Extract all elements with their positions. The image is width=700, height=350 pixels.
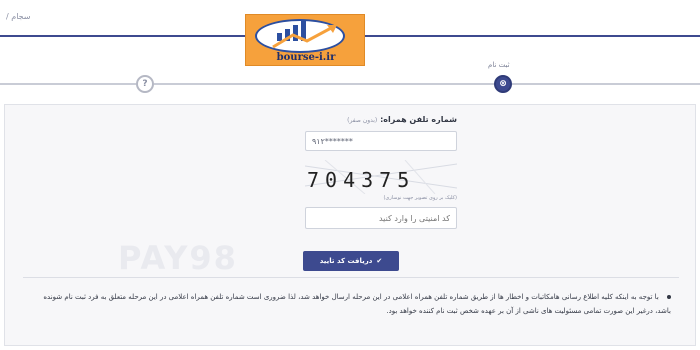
- captcha-text: 704375: [307, 168, 416, 192]
- phone-label: شماره تلفن همراه:: [380, 115, 457, 124]
- get-code-label: دریافت کد تایید: [319, 257, 373, 265]
- captcha-image[interactable]: 704375: [305, 160, 457, 194]
- logo-chart-icon: [255, 19, 345, 53]
- bullet-icon: [667, 295, 671, 299]
- panel-divider: [23, 277, 679, 278]
- step-pending-icon: ?: [136, 75, 154, 93]
- logo-arrow-icon: [272, 25, 337, 49]
- captcha-hint: (کلیک بر روی تصویر جهت نوسازی): [383, 195, 457, 201]
- security-code-input[interactable]: [305, 207, 457, 229]
- step-connector: [512, 83, 700, 85]
- step-active-icon: ⊗: [494, 75, 512, 93]
- step-connector: [0, 83, 136, 85]
- step-label-register: ثبت نام: [488, 61, 510, 69]
- phone-input[interactable]: [305, 131, 457, 151]
- phone-form: شماره تلفن همراه: (بدون صفر) 704375 (کلی…: [303, 115, 457, 271]
- phone-label-row: شماره تلفن همراه: (بدون صفر): [305, 115, 457, 124]
- bourse-logo: bourse-i.ir: [245, 14, 365, 66]
- watermark: PAY98: [118, 239, 238, 277]
- get-code-button[interactable]: ✔ دریافت کد تایید: [303, 251, 399, 271]
- phone-hint: (بدون صفر): [347, 117, 378, 124]
- notice-body: با توجه به اینکه کلیه اطلاع رسانی هامکات…: [43, 293, 671, 315]
- check-icon: ✔: [376, 257, 383, 265]
- step-connector: [154, 83, 494, 85]
- progress-steps: ? ثبت نام ⊗: [0, 60, 700, 100]
- registration-panel: PAY98 شماره تلفن همراه: (بدون صفر) 70437…: [4, 104, 696, 346]
- breadcrumb[interactable]: سجام /: [6, 12, 31, 21]
- notice-text: با توجه به اینکه کلیه اطلاع رسانی هامکات…: [31, 290, 671, 318]
